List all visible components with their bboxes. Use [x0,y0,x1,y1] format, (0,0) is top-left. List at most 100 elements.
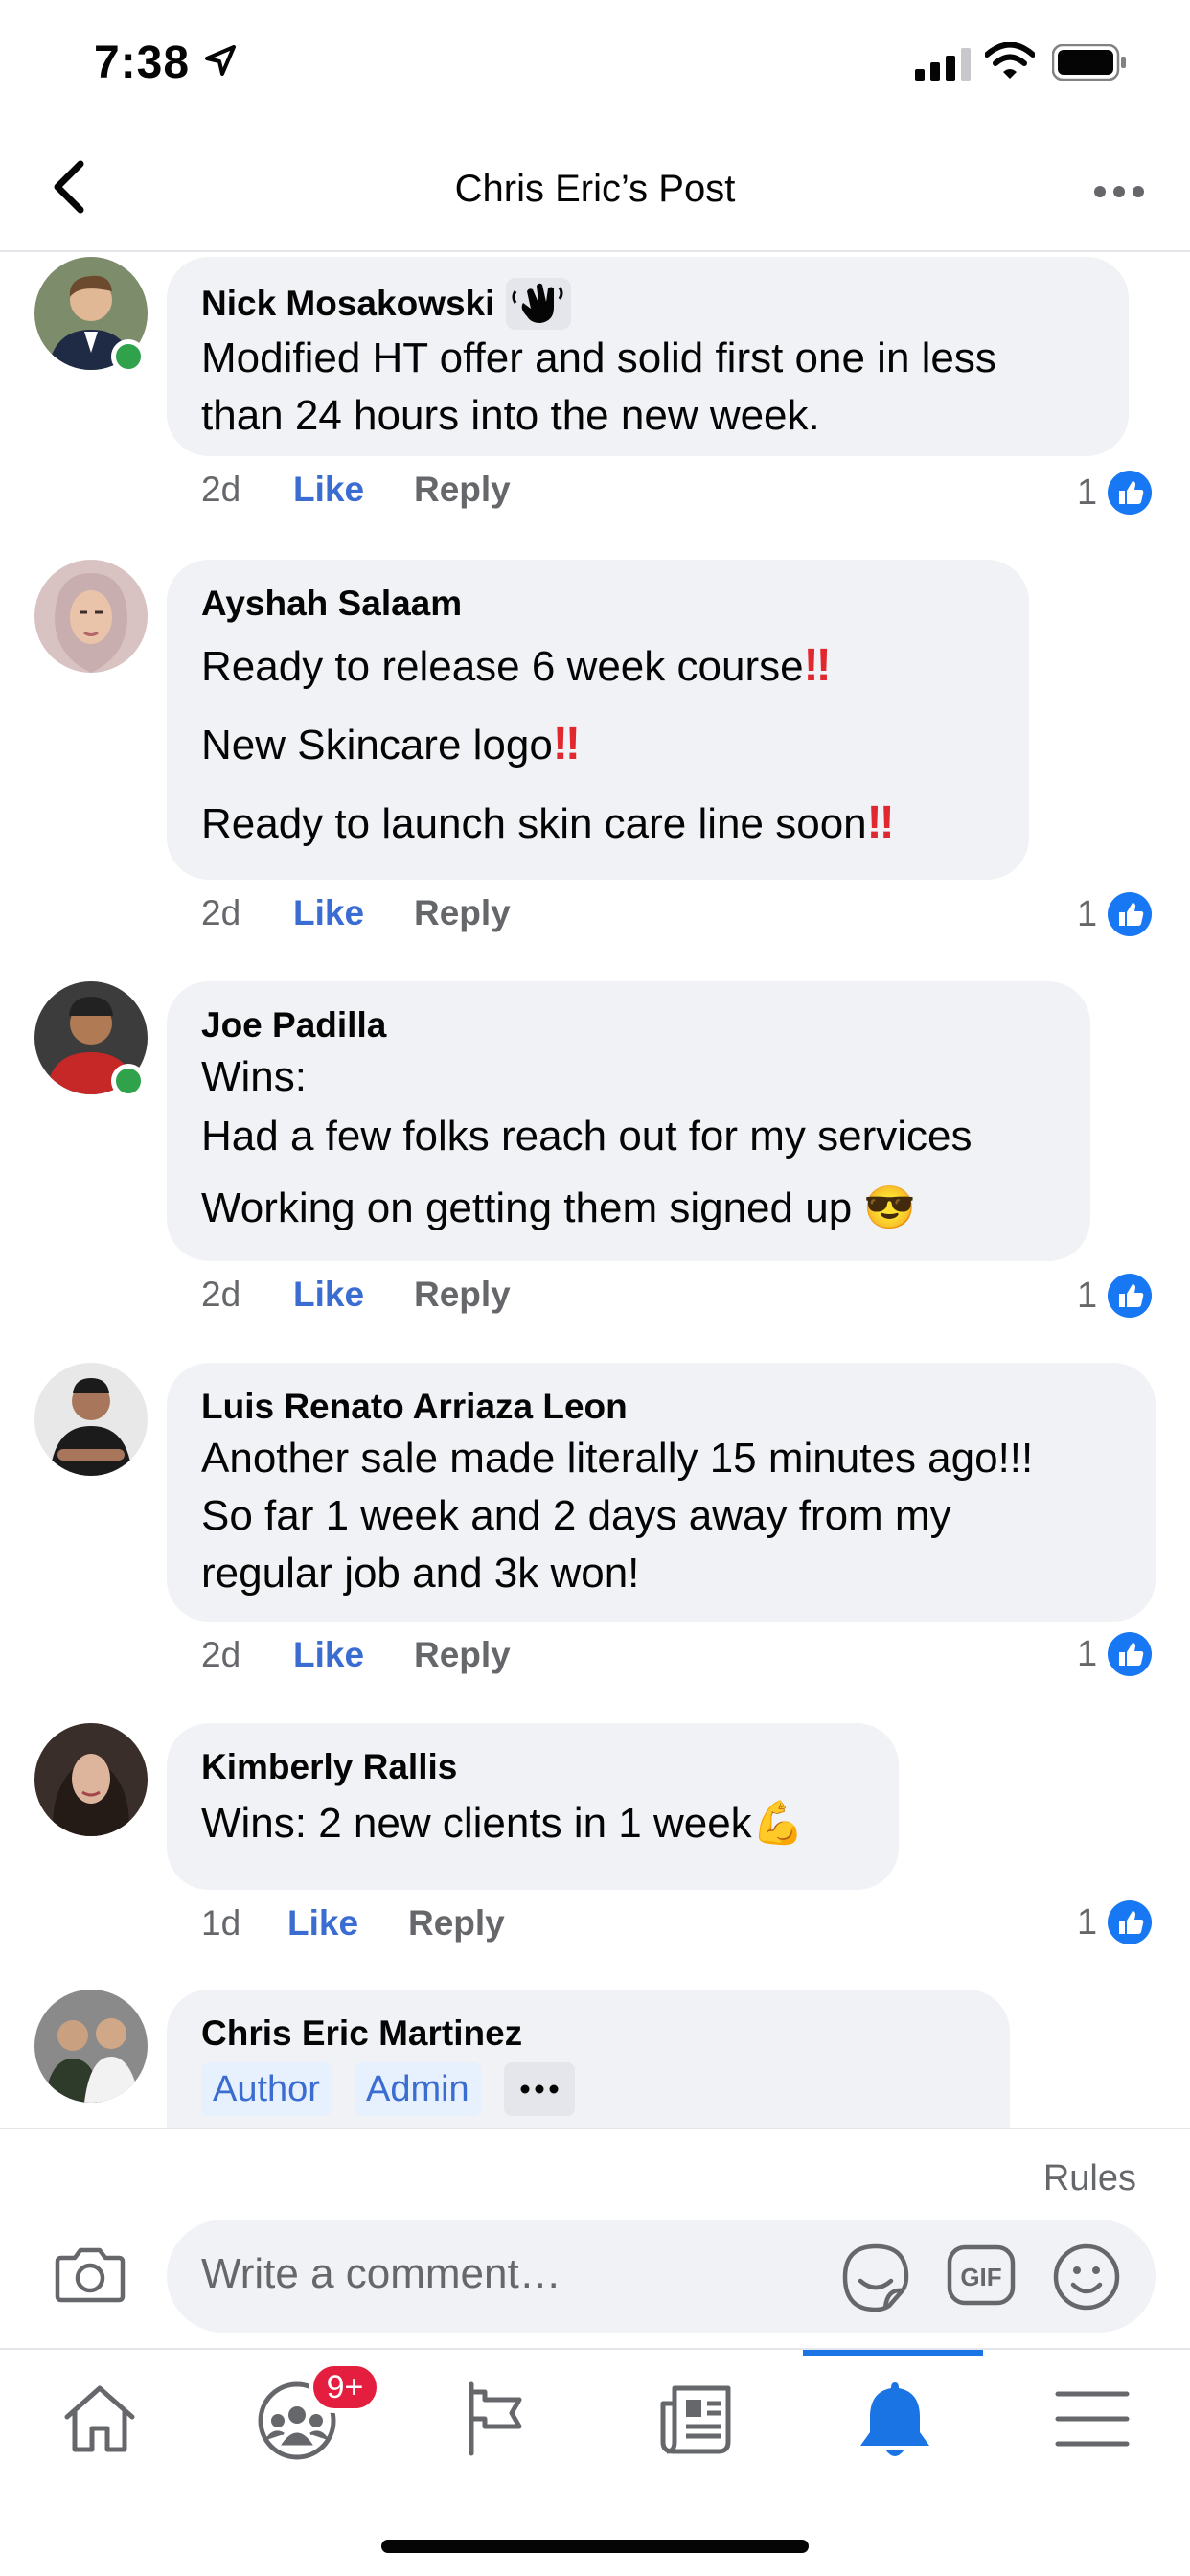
comment-bubble[interactable]: Joe Padilla Wins: Had a few folks reach … [167,981,1090,1261]
emoji-icon[interactable] [1052,2242,1121,2312]
reaction-count: 1 [1077,1901,1098,1943]
comment-actions: 2d Like Reply [201,1635,511,1675]
comment-author-row: Nick Mosakowski [201,278,1094,330]
comment-text-line: Wins: [201,1053,307,1100]
news-icon [660,2385,731,2454]
comment-text-line: Ready to release 6 week course‼ [201,640,832,691]
author-tags: Author Admin [201,2062,975,2116]
comment-text-line: than 24 hours into the new week. [201,392,820,439]
double-exclamation-icon: ‼ [803,640,832,691]
like-reaction-icon [1108,892,1153,936]
like-reaction-icon [1108,1274,1153,1318]
comment-author-name[interactable]: Chris Eric Martinez [201,2011,522,2057]
comment-author-name[interactable]: Joe Padilla [201,1002,386,1048]
double-exclamation-icon: ‼ [866,797,895,848]
like-reaction-icon [1108,1632,1153,1676]
online-status-dot [111,339,146,374]
comment-actions: 2d Like Reply [201,470,511,510]
home-icon [64,2385,135,2452]
more-tags-icon[interactable] [503,2062,575,2116]
location-arrow-icon [205,45,236,76]
comment-input[interactable]: Write a comment… GIF [167,2220,1156,2333]
admin-tag[interactable]: Admin [354,2062,481,2116]
reaction-count: 1 [1077,893,1098,934]
active-tab-indicator [803,2350,983,2356]
comment-timestamp[interactable]: 2d [201,1275,293,1315]
comment-input-placeholder: Write a comment… [201,2250,561,2297]
comment-timestamp[interactable]: 1d [201,1903,287,1944]
comment-actions: 2d Like Reply [201,893,511,933]
like-button[interactable]: Like [293,893,414,933]
tab-pages[interactable] [450,2373,542,2465]
gif-icon[interactable]: GIF [947,2244,1016,2306]
camera-icon[interactable] [54,2242,126,2304]
comment-bubble[interactable]: Chris Eric Martinez Author Admin [167,1990,1010,2143]
wifi-icon [985,42,1035,79]
tab-news[interactable] [650,2373,742,2465]
comment-composer: Rules Write a comment… GIF [0,2128,1190,2348]
more-options-icon[interactable] [1092,182,1146,201]
comment-actions: 2d Like Reply [201,1275,511,1315]
groups-notification-badge: 9+ [309,2361,381,2413]
online-status-dot [111,1064,146,1098]
tab-home[interactable] [54,2373,146,2465]
double-exclamation-icon: ‼ [552,719,581,770]
reaction-count: 1 [1077,1275,1098,1316]
reaction-summary[interactable]: 1 [1077,1631,1153,1677]
avatar[interactable] [34,1723,148,1836]
comment-bubble[interactable]: Kimberly Rallis Wins: 2 new clients in 1… [167,1723,899,1890]
comment-author-name[interactable]: Kimberly Rallis [201,1744,457,1790]
comment-author-name[interactable]: Nick Mosakowski [201,281,494,327]
reaction-count: 1 [1077,1633,1098,1674]
comment-text-line: New Skincare logo‼ [201,719,581,770]
comment-text-line: Had a few folks reach out for my service… [201,1113,973,1160]
comment-text-line: Wins: 2 new clients in 1 week💪 [201,1800,805,1847]
cellular-signal-icon [915,48,971,80]
reply-button[interactable]: Reply [408,1903,505,1944]
waving-hand-badge-icon[interactable] [506,278,572,330]
reaction-count: 1 [1077,472,1098,513]
menu-icon [1055,2391,1130,2447]
reaction-summary[interactable]: 1 [1077,1899,1153,1945]
tab-notifications[interactable] [849,2373,941,2465]
comment-timestamp[interactable]: 2d [201,1635,293,1675]
reply-button[interactable]: Reply [414,1275,511,1315]
status-time: 7:38 [94,37,191,88]
reaction-summary[interactable]: 1 [1077,1273,1153,1319]
flag-icon [469,2381,522,2456]
page-title: Chris Eric’s Post [454,168,736,210]
comment-text-line: Ready to launch skin care line soon‼ [201,797,895,848]
like-reaction-icon [1108,471,1153,515]
comment-text-line: Modified HT offer and solid first one in… [201,334,996,381]
comment-text-line: Another sale made literally 15 minutes a… [201,1435,1034,1482]
bell-icon [860,2382,929,2456]
like-reaction-icon [1108,1900,1153,1944]
reply-button[interactable]: Reply [414,470,511,510]
rules-link[interactable]: Rules [1043,2158,1136,2199]
post-header: Chris Eric’s Post [0,129,1190,252]
sticker-icon[interactable] [841,2242,910,2312]
reaction-summary[interactable]: 1 [1077,470,1153,516]
like-button[interactable]: Like [293,470,414,510]
author-tag[interactable]: Author [201,2062,332,2116]
comment-text-line: Working on getting them signed up 😎 [201,1184,917,1231]
comment-bubble[interactable]: Luis Renato Arriaza Leon Another sale ma… [167,1363,1156,1622]
like-button[interactable]: Like [293,1275,414,1315]
like-button[interactable]: Like [293,1635,414,1675]
comment-timestamp[interactable]: 2d [201,893,293,933]
avatar[interactable] [34,1363,148,1476]
like-button[interactable]: Like [287,1903,408,1944]
reply-button[interactable]: Reply [414,1635,511,1675]
comment-timestamp[interactable]: 2d [201,470,293,510]
reply-button[interactable]: Reply [414,893,511,933]
comment-bubble[interactable]: Ayshah Salaam Ready to release 6 week co… [167,560,1029,880]
comment-bubble[interactable]: Nick Mosakowski Modified HT offer and so… [167,257,1129,456]
comment-author-name[interactable]: Luis Renato Arriaza Leon [201,1384,628,1430]
avatar[interactable] [34,1990,148,2103]
avatar[interactable] [34,560,148,673]
comment-author-name[interactable]: Ayshah Salaam [201,581,462,627]
home-indicator[interactable] [381,2540,809,2553]
tab-menu[interactable] [1046,2373,1138,2465]
reaction-summary[interactable]: 1 [1077,891,1153,937]
battery-icon [1052,44,1126,80]
